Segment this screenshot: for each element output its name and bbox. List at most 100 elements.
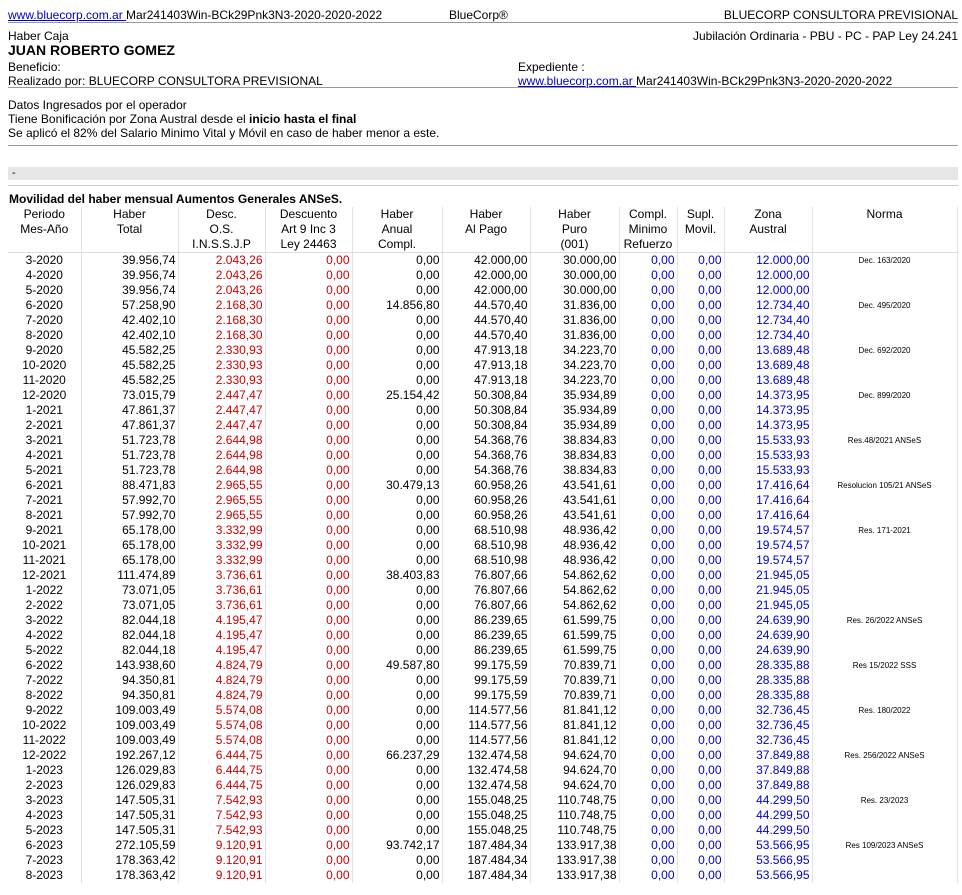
table-cell: 3-2022 [8, 613, 82, 628]
table-cell: 0,00 [265, 313, 353, 328]
table-row: 3-2022 82.044,18 4.195,47 0,00 0,00 86.239,65… [8, 613, 958, 628]
table-cell [812, 733, 958, 748]
table-cell: 12.000,00 [724, 252, 813, 268]
table-cell: 11-2022 [8, 733, 82, 748]
table-cell: 0,00 [677, 493, 725, 508]
table-cell: 3.332,99 [178, 538, 266, 553]
top-link-line: www.bluecorp.com.ar Mar241403Win-BCk29Pn… [8, 8, 382, 22]
column-header: Norma [812, 207, 958, 222]
table-cell: 0,00 [677, 343, 725, 358]
brand-name: BlueCorp® [449, 8, 508, 22]
table-cell: 39.956,74 [81, 252, 179, 268]
table-cell: 0,00 [619, 373, 678, 388]
table-cell: 57.258,90 [81, 298, 179, 313]
header-row: I.N.S.S.J.P Ley 24463 Compl. (001) Refuerzo [8, 237, 958, 253]
table-cell: 0,00 [619, 748, 678, 763]
table-cell: 0,00 [352, 373, 443, 388]
table-row: 2-2021 47.861,37 2.447,47 0,00 0,00 50.308,84… [8, 418, 958, 433]
regime-label: Jubilación Ordinaria - PBU - PC - PAP Le… [692, 29, 958, 43]
expediente-link[interactable]: www.bluecorp.com.ar [518, 74, 636, 88]
table-cell: 48.936,42 [530, 523, 620, 538]
table-cell: 15.533,93 [724, 448, 813, 463]
table-cell: 0,00 [352, 823, 443, 838]
table-cell: 0,00 [265, 388, 353, 403]
table-cell: 13.689,48 [724, 373, 813, 388]
table-cell: 0,00 [677, 283, 725, 298]
table-cell: Res. 256/2022 ANSeS [812, 748, 958, 763]
table-cell [812, 418, 958, 433]
table-cell: 0,00 [265, 718, 353, 733]
table-cell: 0,00 [265, 463, 353, 478]
table-cell: 5.574,08 [178, 718, 266, 733]
table-cell: 28.335,88 [724, 658, 813, 673]
table-cell: 0,00 [352, 733, 443, 748]
table-cell: Res. 26/2022 ANSeS [812, 613, 958, 628]
table-cell: 48.936,42 [530, 553, 620, 568]
table-cell: Resolucion 105/21 ANSeS [812, 478, 958, 493]
table-cell: 70.839,71 [530, 688, 620, 703]
table-cell: 0,00 [352, 493, 443, 508]
table-cell: 0,00 [619, 283, 678, 298]
table-cell: 0,00 [677, 718, 725, 733]
table-cell: 44.299,50 [724, 793, 813, 808]
top-site-link[interactable]: www.bluecorp.com.ar [8, 8, 126, 22]
table-cell: Res. 23/2023 [812, 793, 958, 808]
table-cell: 133.917,38 [530, 868, 620, 883]
table-cell: 94.350,81 [81, 688, 179, 703]
table-cell: 54.862,62 [530, 583, 620, 598]
table-row: 2-2023 126.029,83 6.444,75 0,00 0,00 132.474,… [8, 778, 958, 793]
table-cell: 42.000,00 [442, 252, 531, 268]
table-cell: 0,00 [352, 643, 443, 658]
table-cell: 0,00 [677, 823, 725, 838]
table-cell: 19.574,57 [724, 553, 813, 568]
table-cell: 57.992,70 [81, 508, 179, 523]
table-cell: 6-2022 [8, 658, 82, 673]
table-cell: 30.479,13 [352, 478, 443, 493]
table-cell: 0,00 [265, 553, 353, 568]
table-row: 8-2022 94.350,81 4.824,79 0,00 0,00 99.175,59… [8, 688, 958, 703]
table-cell: 35.934,89 [530, 418, 620, 433]
table-cell: 0,00 [619, 673, 678, 688]
table-cell: 0,00 [677, 478, 725, 493]
table-cell: 155.048,25 [442, 823, 531, 838]
table-cell: 0,00 [352, 538, 443, 553]
table-cell: 110.748,75 [530, 823, 620, 838]
table-cell: 0,00 [265, 703, 353, 718]
table-cell: 0,00 [352, 418, 443, 433]
table-cell: 49.587,80 [352, 658, 443, 673]
table-cell: 73.015,79 [81, 388, 179, 403]
gray-band: - [8, 167, 958, 180]
table-cell: 4-2020 [8, 268, 82, 283]
table-cell: 0,00 [677, 403, 725, 418]
column-header: Total [81, 222, 179, 237]
table-cell: 2.447,47 [178, 418, 266, 433]
table-cell [812, 328, 958, 343]
table-cell: 0,00 [619, 763, 678, 778]
table-cell: 81.841,12 [530, 703, 620, 718]
table-cell: 47.913,18 [442, 358, 531, 373]
table-row: 9-2022 109.003,49 5.574,08 0,00 0,00 114.577,… [8, 703, 958, 718]
table-cell: 2.043,26 [178, 283, 266, 298]
table-cell: 0,00 [619, 343, 678, 358]
table-cell: 47.861,37 [81, 418, 179, 433]
table-cell: 13.689,48 [724, 343, 813, 358]
table-cell: 0,00 [619, 793, 678, 808]
table-cell: 3.736,61 [178, 568, 266, 583]
table-cell: 0,00 [352, 763, 443, 778]
column-header: Austral [724, 222, 813, 237]
table-cell: 0,00 [265, 283, 353, 298]
table-cell: 9.120,91 [178, 838, 266, 853]
table-row: 5-2020 39.956,74 2.043,26 0,00 0,00 42.000,00… [8, 283, 958, 298]
table-cell: Res. 180/2022 [812, 703, 958, 718]
table-cell: 13.689,48 [724, 358, 813, 373]
table-cell: 99.175,59 [442, 673, 531, 688]
table-cell: 7-2021 [8, 493, 82, 508]
table-cell: 0,00 [677, 688, 725, 703]
table-cell: 2.168,30 [178, 328, 266, 343]
table-cell: 5.574,08 [178, 733, 266, 748]
table-cell: 25.154,42 [352, 388, 443, 403]
table-cell: 0,00 [352, 598, 443, 613]
table-cell: 1-2022 [8, 583, 82, 598]
table-cell: 42.000,00 [442, 283, 531, 298]
table-row: 8-2023 178.363,42 9.120,91 0,00 0,00 187.484,… [8, 868, 958, 883]
